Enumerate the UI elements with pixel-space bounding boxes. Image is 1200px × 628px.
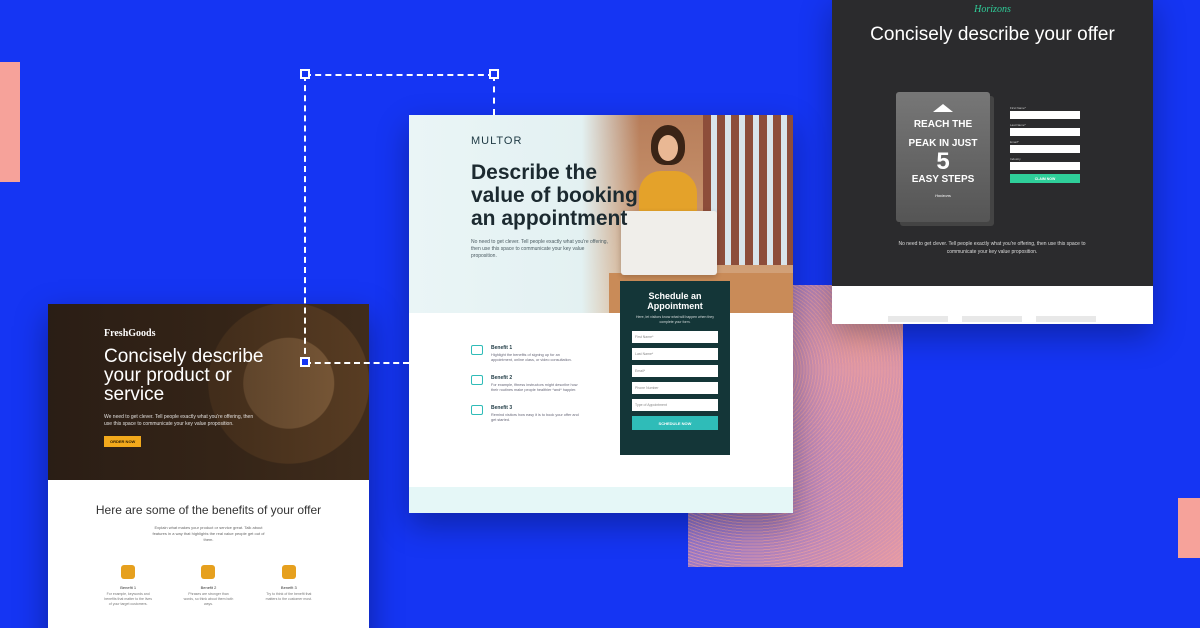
- ebook-line: EASY STEPS: [911, 174, 975, 185]
- industry-select[interactable]: [1010, 162, 1080, 170]
- horizons-logo: Horizons: [974, 4, 1011, 15]
- last-name-input[interactable]: [1010, 128, 1080, 136]
- multor-logo: MULTOR: [471, 135, 523, 147]
- multor-footer: [409, 487, 793, 513]
- horizons-landing-page-card[interactable]: Horizons Concisely describe your offer R…: [832, 0, 1153, 324]
- accent-bar-left: [0, 62, 20, 182]
- horizons-form: First Name* Last Name* Email* Industry C…: [1010, 106, 1080, 183]
- benefit-text: Try to think of the benefit that matters…: [265, 592, 312, 601]
- benefit-title: Benefit 1: [491, 345, 513, 351]
- accent-bar-right: [1178, 498, 1200, 558]
- multor-benefit-list: Benefit 1 Highlight the benefits of sign…: [471, 345, 581, 435]
- ebook-cover: REACH THE PEAK IN JUST 5 EASY STEPS Hori…: [896, 92, 990, 222]
- multor-subtitle: No need to get clever. Tell people exact…: [471, 239, 608, 259]
- placeholder-block: [962, 316, 1022, 322]
- email-input[interactable]: Email*: [632, 365, 718, 377]
- mountain-icon: [933, 104, 953, 112]
- multor-title: Describe the value of booking an appoint…: [471, 161, 638, 230]
- appointment-form-subtitle: Here, let visitors know what will happen…: [635, 315, 714, 324]
- selection-outline-top: [305, 74, 494, 76]
- placeholder-block: [888, 316, 948, 322]
- benefit-text: For example, keywords and benefits that …: [104, 592, 152, 606]
- freshgoods-landing-page-card[interactable]: FreshGoods Concisely describe your produ…: [48, 304, 369, 628]
- bag-icon: [201, 565, 216, 579]
- laptop-icon: [471, 345, 483, 355]
- appointment-form-title: Schedule an Appointment: [647, 291, 703, 311]
- ebook-brand: Horizons: [935, 193, 951, 198]
- ebook-number: 5: [936, 148, 950, 175]
- freshgoods-hero: FreshGoods Concisely describe your produ…: [48, 304, 369, 480]
- placeholder-block: [1036, 316, 1096, 322]
- schedule-now-button[interactable]: SCHEDULE NOW: [632, 416, 718, 430]
- selection-outline-left: [304, 75, 306, 364]
- benefit-title: Benefit 2: [491, 375, 513, 381]
- benefit-text: Phrases are stronger than words, so thin…: [183, 592, 234, 606]
- horizons-subtitle: No need to get clever. Tell people exact…: [898, 241, 1086, 255]
- benefit-title: Benefit 1: [120, 585, 137, 590]
- benefit-text: Remind visitors how easy it is to book y…: [491, 413, 579, 422]
- field-label: Industry: [1010, 157, 1021, 161]
- selection-outline-right: [493, 75, 495, 115]
- freshgoods-subtitle: We need to get clever. Tell people exact…: [104, 414, 254, 427]
- truck-icon: [281, 565, 296, 579]
- freshgoods-benefit: Benefit 3 Try to think of the benefit th…: [264, 565, 314, 607]
- jar-icon: [121, 565, 136, 579]
- selection-handle[interactable]: [300, 69, 310, 79]
- appointment-form: Schedule an Appointment Here, let visito…: [620, 281, 730, 455]
- ebook-line: REACH THE: [913, 119, 973, 130]
- freshgoods-benefits-section: Here are some of the benefits of your of…: [48, 480, 369, 607]
- selection-handle[interactable]: [300, 357, 310, 367]
- freshgoods-title: Concisely describe your product or servi…: [104, 346, 264, 405]
- selection-outline-bottom: [305, 362, 409, 364]
- horizons-title: Concisely describe your offer: [870, 24, 1115, 45]
- benefit-text: For example, fitness instructors might d…: [491, 383, 578, 392]
- selection-handle[interactable]: [489, 69, 499, 79]
- freshgoods-benefits-text: Explain what makes your product or servi…: [152, 525, 265, 542]
- freshgoods-benefit: Benefit 1 For example, keywords and bene…: [103, 565, 153, 607]
- benefit-text: Highlight the benefits of signing up for…: [491, 353, 572, 362]
- multor-benefit: Benefit 3 Remind visitors how easy it is…: [471, 405, 581, 423]
- claim-now-button[interactable]: CLAIM NOW: [1010, 174, 1080, 183]
- benefit-title: Benefit 2: [200, 585, 217, 590]
- order-now-button[interactable]: ORDER NOW: [104, 436, 142, 447]
- freshgoods-logo: FreshGoods: [104, 328, 156, 339]
- benefit-title: Benefit 3: [280, 585, 297, 590]
- freshgoods-benefit-list: Benefit 1 For example, keywords and bene…: [48, 543, 369, 607]
- horizons-lower-section: [888, 316, 1110, 322]
- appointment-type-select[interactable]: Type of Appointment: [632, 399, 718, 411]
- multor-benefit: Benefit 1 Highlight the benefits of sign…: [471, 345, 581, 363]
- first-name-input[interactable]: First Name*: [632, 331, 718, 343]
- freshgoods-benefit: Benefit 2 Phrases are stronger than word…: [183, 565, 233, 607]
- multor-landing-page-card[interactable]: MULTOR Describe the value of booking an …: [409, 115, 793, 513]
- phone-input[interactable]: Phone Number: [632, 382, 718, 394]
- first-name-input[interactable]: [1010, 111, 1080, 119]
- last-name-input[interactable]: Last Name*: [632, 348, 718, 360]
- field-label: First Name*: [1010, 106, 1026, 110]
- multor-benefit: Benefit 2 For example, fitness instructo…: [471, 375, 581, 393]
- heart-icon: [471, 375, 483, 385]
- field-label: Last Name*: [1010, 123, 1026, 127]
- freshgoods-benefits-heading: Here are some of the benefits of your of…: [95, 503, 322, 517]
- shirt-icon: [471, 405, 483, 415]
- email-input[interactable]: [1010, 145, 1080, 153]
- field-label: Email*: [1010, 140, 1019, 144]
- benefit-title: Benefit 3: [491, 405, 513, 411]
